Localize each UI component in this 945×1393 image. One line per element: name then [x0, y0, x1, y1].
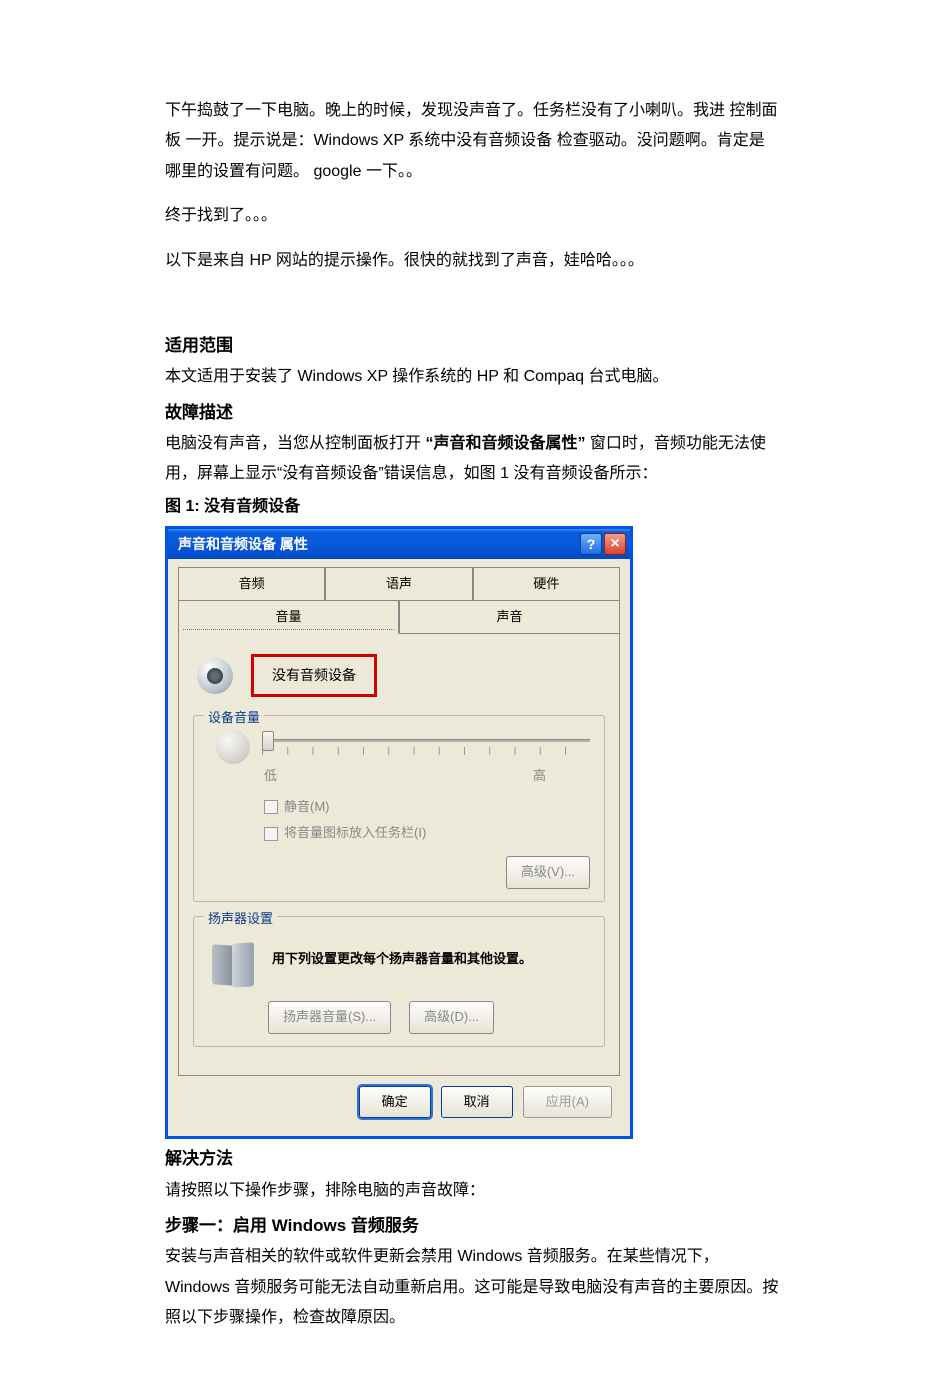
tab-voice[interactable]: 语声 — [325, 567, 472, 601]
dialog-titlebar[interactable]: 声音和音频设备 属性 ? × — [168, 529, 630, 559]
step-one-text: 安装与声音相关的软件或软件更新会禁用 Windows 音频服务。在某些情况下，W… — [165, 1242, 780, 1333]
speaker-volume-button[interactable]: 扬声器音量(S)... — [268, 1001, 391, 1034]
tray-checkbox[interactable] — [264, 827, 278, 841]
intro-paragraph-2: 终于找到了。。。 — [165, 201, 780, 231]
fault-heading: 故障描述 — [165, 397, 780, 429]
tab-audio[interactable]: 音频 — [178, 567, 325, 601]
solution-text: 请按照以下操作步骤，排除电脑的声音故障： — [165, 1176, 780, 1206]
step-one-heading: 步骤一：启用 Windows 音频服务 — [165, 1210, 780, 1242]
cancel-button[interactable]: 取消 — [441, 1086, 513, 1119]
ok-button[interactable]: 确定 — [359, 1086, 431, 1119]
device-volume-label: 设备音量 — [204, 706, 264, 731]
apply-button[interactable]: 应用(A) — [523, 1086, 612, 1119]
speaker-settings-group: 扬声器设置 用下列设置更改每个扬声器音量和其他设置。 扬声器音量(S)... 高… — [193, 916, 605, 1047]
figure-1-caption: 图 1: 没有音频设备 — [165, 492, 780, 522]
intro-paragraph-1: 下午捣鼓了一下电脑。晚上的时候，发现没声音了。任务栏没有了小喇叭。我进 控制面板… — [165, 96, 780, 187]
solution-heading: 解决方法 — [165, 1143, 780, 1175]
tab-sounds[interactable]: 声音 — [399, 600, 620, 635]
sound-properties-dialog: 声音和音频设备 属性 ? × 音频 语声 硬件 音量 声音 没有音频设备 设备音… — [165, 526, 633, 1139]
speaker-settings-text: 用下列设置更改每个扬声器音量和其他设置。 — [272, 950, 532, 968]
help-button[interactable]: ? — [580, 533, 602, 555]
low-label: 低 — [264, 764, 277, 789]
volume-slider[interactable] — [262, 733, 590, 761]
tab-hardware[interactable]: 硬件 — [473, 567, 620, 601]
advanced-v-button[interactable]: 高级(V)... — [506, 856, 590, 889]
mute-label: 静音(M) — [284, 795, 330, 820]
volume-icon — [216, 730, 250, 764]
speaker-settings-label: 扬声器设置 — [204, 907, 277, 932]
fault-text: 电脑没有声音，当您从控制面板打开 “声音和音频设备属性” 窗口时，音频功能无法使… — [165, 429, 780, 490]
speakers-icon — [208, 931, 258, 987]
tab-volume[interactable]: 音量 — [178, 600, 399, 635]
scope-text: 本文适用于安装了 Windows XP 操作系统的 HP 和 Compaq 台式… — [165, 362, 780, 392]
tray-label: 将音量图标放入任务栏(I) — [284, 821, 426, 846]
dialog-title: 声音和音频设备 属性 — [178, 531, 308, 558]
mute-checkbox[interactable] — [264, 800, 278, 814]
speaker-icon — [197, 658, 233, 694]
advanced-d-button[interactable]: 高级(D)... — [409, 1001, 494, 1034]
device-volume-group: 设备音量 低 高 静音(M) — [193, 715, 605, 902]
scope-heading: 适用范围 — [165, 330, 780, 362]
no-audio-device-label: 没有音频设备 — [251, 654, 377, 697]
intro-paragraph-3: 以下是来自 HP 网站的提示操作。很快的就找到了声音，娃哈哈。。。 — [165, 246, 780, 276]
close-button[interactable]: × — [604, 533, 626, 555]
high-label: 高 — [533, 764, 546, 789]
